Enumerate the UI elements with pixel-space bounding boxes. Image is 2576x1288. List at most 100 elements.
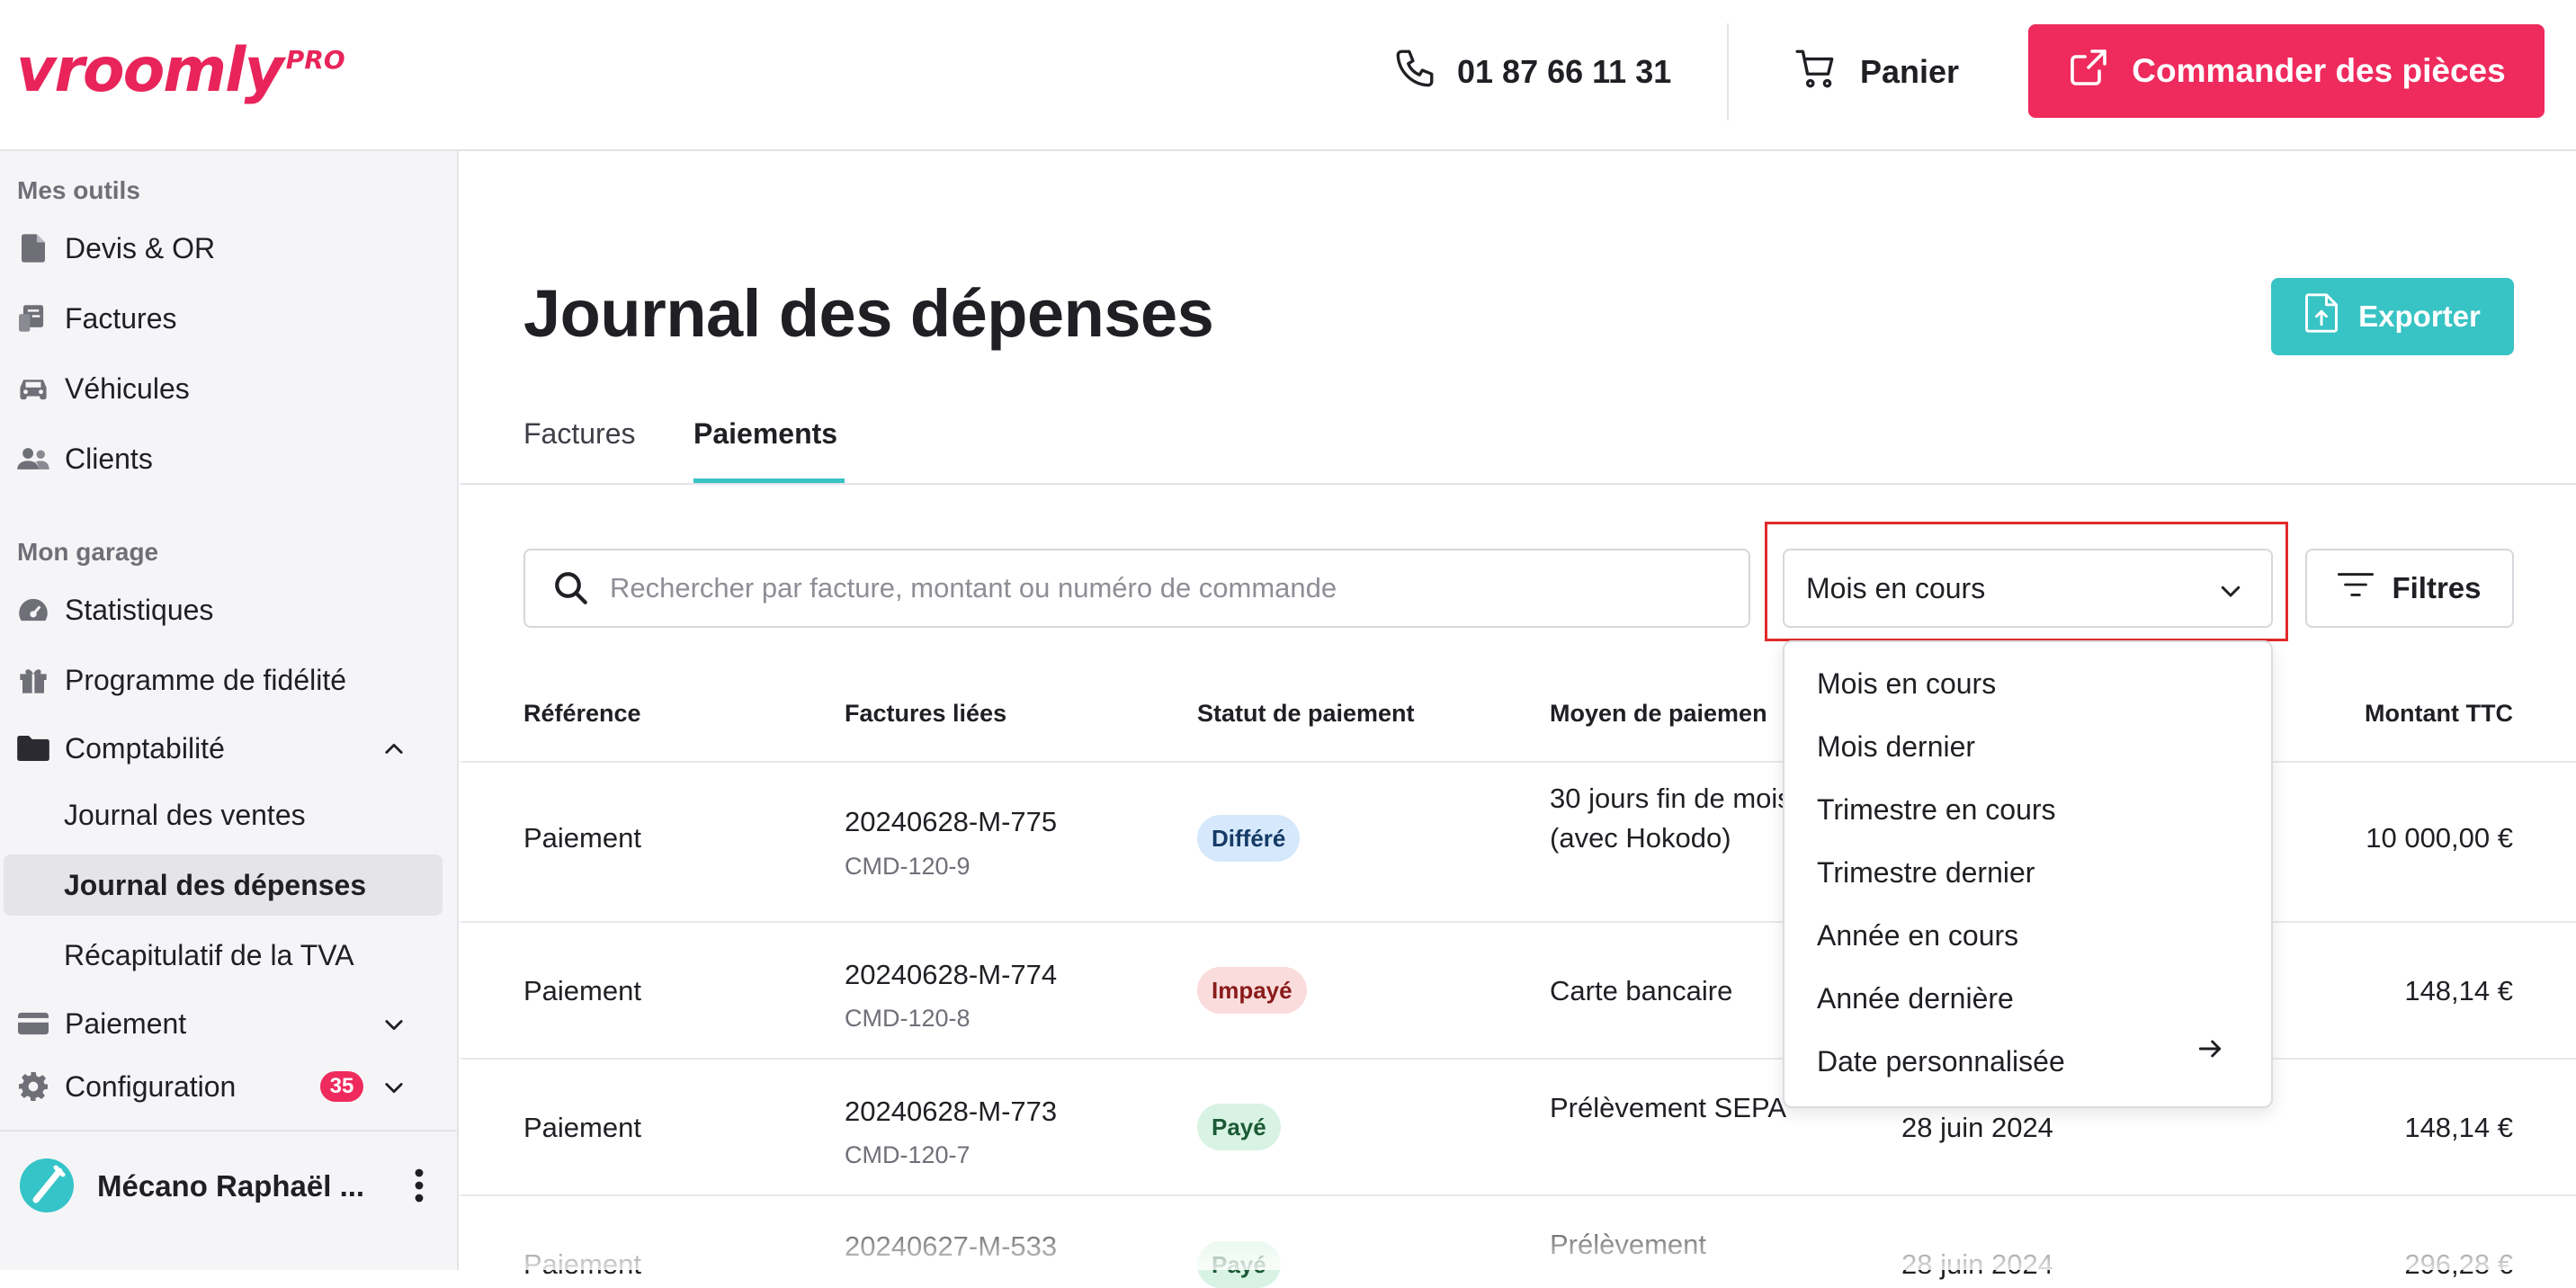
row-reference: Paiement <box>523 975 641 1006</box>
sidebar-item-label: Devis & OR <box>65 231 216 264</box>
gift-icon <box>16 666 50 694</box>
sidebar-item-configuration[interactable]: Configuration 35 <box>0 1058 441 1115</box>
column-header-invoices[interactable]: Factures liées <box>845 700 1006 728</box>
user-name: Mécano Raphaël ... <box>97 1169 365 1203</box>
car-icon <box>16 377 50 400</box>
users-icon <box>16 447 50 470</box>
row-invoice-link[interactable]: 20240627-M-533 <box>845 1230 1057 1263</box>
logo-suffix: PRO <box>285 45 345 75</box>
row-amount: 148,14 € <box>2404 1112 2513 1143</box>
period-select[interactable]: Mois en cours <box>1783 549 2273 628</box>
column-header-status[interactable]: Statut de paiement <box>1197 700 1415 728</box>
row-amount: 10 000,00 € <box>2366 822 2513 854</box>
cart-button[interactable]: Panier <box>1793 43 1959 101</box>
avatar <box>20 1158 74 1212</box>
search-input[interactable] <box>610 572 1689 604</box>
tab-invoices[interactable]: Factures <box>523 417 635 451</box>
option-last-quarter[interactable]: Trimestre dernier <box>1817 856 2035 890</box>
logo-word: vroomly <box>16 35 284 106</box>
filters-button[interactable]: Filtres <box>2305 549 2514 628</box>
option-current-quarter[interactable]: Trimestre en cours <box>1817 793 2056 827</box>
sidebar-item-payment[interactable]: Paiement <box>0 995 441 1052</box>
status-badge: Payé <box>1197 1241 1281 1288</box>
vroomly-pro-logo[interactable]: vroomly PRO <box>16 31 345 112</box>
chevron-up-icon <box>381 736 407 769</box>
sidebar-item-label: Configuration <box>65 1069 237 1103</box>
row-payment-method: Prélèvement SEPA <box>1550 1092 1787 1123</box>
row-invoice-link[interactable]: 20240628-M-774 <box>845 959 1057 991</box>
top-header: vroomly PRO 01 87 66 11 31 Panier Comman… <box>0 0 2576 151</box>
phone-contact[interactable]: 01 87 66 11 31 <box>1392 43 1671 101</box>
sidebar-subitem-sales-journal[interactable]: Journal des ventes <box>4 784 443 845</box>
order-parts-label: Commander des pièces <box>2132 52 2506 89</box>
folder-icon <box>16 736 50 761</box>
phone-icon <box>1392 46 1437 99</box>
filters-label: Filtres <box>2392 571 2482 604</box>
row-payment-method: Prélèvement <box>1550 1229 1707 1260</box>
row-payment-method: 30 jours fin de mois (avec Hokodo) <box>1550 783 1792 854</box>
status-badge: Impayé <box>1197 967 1307 1014</box>
sidebar-subitem-vat-summary[interactable]: Récapitulatif de la TVA <box>4 925 443 986</box>
row-date: 28 juin 2024 <box>1901 1248 2053 1280</box>
sidebar-item-label: Statistiques <box>65 593 214 626</box>
chevron-down-icon <box>2217 577 2244 612</box>
sidebar-item-quotes[interactable]: Devis & OR <box>0 219 441 277</box>
page-title: Journal des dépenses <box>523 276 1214 351</box>
arrow-right-icon <box>2196 1034 2224 1068</box>
row-order-number: CMD-120-8 <box>845 1005 970 1032</box>
option-last-month[interactable]: Mois dernier <box>1817 730 1975 764</box>
sidebar-item-statistics[interactable]: Statistiques <box>0 581 441 639</box>
period-dropdown-menu: Mois en cours Mois dernier Trimestre en … <box>1783 640 2273 1108</box>
chevron-down-icon <box>381 1011 407 1044</box>
row-invoice-link[interactable]: 20240628-M-773 <box>845 1096 1057 1128</box>
sidebar-subitem-expenses-journal[interactable]: Journal des dépenses <box>4 854 443 916</box>
cart-label: Panier <box>1860 53 1960 90</box>
option-custom-date[interactable]: Date personnalisée <box>1817 1045 2065 1078</box>
tabs-divider <box>461 483 2576 485</box>
column-header-amount[interactable]: Montant TTC <box>2365 700 2513 728</box>
filter-icon <box>2338 571 2375 605</box>
row-amount: 148,14 € <box>2404 975 2513 1006</box>
export-button[interactable]: Exporter <box>2271 278 2514 355</box>
sidebar-item-label: Comptabilité <box>65 731 225 765</box>
column-header-method[interactable]: Moyen de paiemen <box>1550 700 1767 728</box>
row-order-number: CMD-120-7 <box>845 1141 970 1168</box>
row-order-number: CMD-120-9 <box>845 853 970 880</box>
credit-card-icon <box>16 1012 50 1035</box>
file-upload-icon <box>2304 293 2339 340</box>
row-reference: Paiement <box>523 1112 641 1143</box>
sidebar-item-loyalty[interactable]: Programme de fidélité <box>0 651 441 709</box>
column-header-reference[interactable]: Référence <box>523 700 641 728</box>
search-icon <box>552 569 590 607</box>
order-parts-button[interactable]: Commander des pièces <box>2028 24 2545 118</box>
scroll-fade <box>461 1205 2576 1270</box>
notification-badge: 35 <box>320 1071 363 1102</box>
export-label: Exporter <box>2358 300 2481 333</box>
sidebar-item-invoices[interactable]: Factures <box>0 290 441 347</box>
cart-icon <box>1793 46 1838 99</box>
sidebar: Mes outils Devis & OR Factures Véhicules… <box>0 151 459 1270</box>
sidebar-item-clients[interactable]: Clients <box>0 430 441 487</box>
row-payment-method: Carte bancaire <box>1550 975 1733 1006</box>
sidebar-item-label: Factures <box>65 301 177 335</box>
period-select-value: Mois en cours <box>1806 571 1986 604</box>
user-footer[interactable]: Mécano Raphaël ... <box>0 1130 457 1270</box>
tab-payments[interactable]: Paiements <box>693 417 837 451</box>
gear-icon <box>16 1072 50 1101</box>
section-title-garage: Mon garage <box>17 538 159 566</box>
row-invoice-link[interactable]: 20240628-M-775 <box>845 806 1057 838</box>
sidebar-item-accounting[interactable]: Comptabilité <box>0 720 441 777</box>
sidebar-item-vehicles[interactable]: Véhicules <box>0 360 441 417</box>
option-last-year[interactable]: Année dernière <box>1817 982 2014 1015</box>
sidebar-item-label: Programme de fidélité <box>65 663 347 696</box>
row-amount: 296,28 € <box>2404 1248 2513 1280</box>
gauge-icon <box>16 596 50 623</box>
option-current-month[interactable]: Mois en cours <box>1817 667 1996 701</box>
search-field[interactable] <box>523 549 1750 628</box>
more-options-icon[interactable] <box>410 1167 428 1203</box>
phone-number: 01 87 66 11 31 <box>1457 53 1672 90</box>
option-current-year[interactable]: Année en cours <box>1817 919 2018 953</box>
external-link-icon <box>2067 46 2110 97</box>
sidebar-item-label: Paiement <box>65 1006 187 1040</box>
sidebar-item-label: Véhicules <box>65 371 190 405</box>
